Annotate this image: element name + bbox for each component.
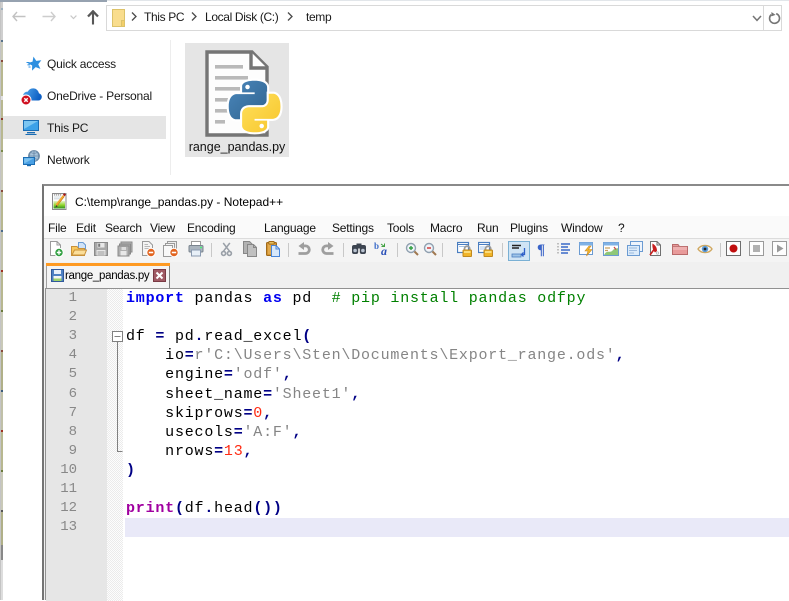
svg-text:a: a [381, 244, 387, 257]
svg-text:¶: ¶ [537, 242, 545, 257]
svg-text:b: b [374, 241, 379, 251]
